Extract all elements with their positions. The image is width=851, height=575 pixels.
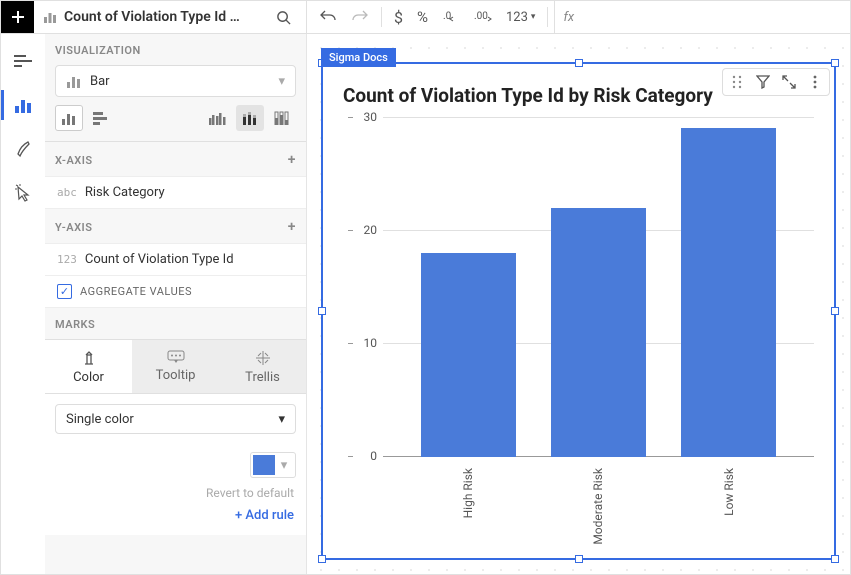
- search-icon[interactable]: [268, 4, 298, 30]
- percent-format-button[interactable]: %: [411, 4, 434, 30]
- add-element-button[interactable]: [1, 1, 34, 33]
- decrease-decimal-button[interactable]: .0: [436, 4, 466, 30]
- selection-handle[interactable]: [575, 555, 583, 563]
- chart-type-label: Bar: [90, 74, 110, 89]
- rail-cursor-icon[interactable]: [8, 178, 38, 208]
- bar[interactable]: [421, 253, 516, 457]
- tab-tooltip[interactable]: Tooltip: [132, 340, 219, 393]
- rail-paint-icon[interactable]: [8, 134, 38, 164]
- bar-stacked-button[interactable]: [236, 105, 264, 131]
- element-title: Count of Violation Type Id …: [64, 9, 262, 25]
- y-tick-label: 30: [353, 110, 377, 124]
- redo-button[interactable]: [345, 4, 375, 30]
- formula-icon: fx: [563, 10, 574, 25]
- aggregate-checkbox[interactable]: ✓: [57, 284, 72, 299]
- selection-handle[interactable]: [318, 307, 326, 315]
- color-swatch: [253, 455, 275, 475]
- x-axis-field-label: Risk Category: [85, 185, 165, 200]
- chart-plot: 0102030: [383, 117, 814, 457]
- y-tick-label: 10: [353, 336, 377, 350]
- y-axis-header: Y-AXIS: [55, 221, 92, 234]
- formula-input[interactable]: [580, 10, 836, 25]
- visualization-header: VISUALIZATION: [45, 34, 306, 65]
- chart-type-select[interactable]: Bar ▾: [55, 65, 296, 97]
- add-y-axis-button[interactable]: +: [288, 219, 296, 235]
- svg-text:.00: .00: [474, 11, 488, 22]
- bar-icon: [66, 74, 82, 88]
- number-format-dropdown[interactable]: 123▾: [500, 4, 541, 30]
- bar-horizontal-button[interactable]: [87, 105, 115, 131]
- tab-trellis[interactable]: Trellis: [219, 340, 306, 393]
- chevron-down-icon: ▾: [275, 458, 293, 473]
- add-x-axis-button[interactable]: +: [288, 152, 296, 168]
- x-axis-pill[interactable]: abc Risk Category: [45, 176, 306, 209]
- bar-grouped-button[interactable]: [204, 105, 232, 131]
- chevron-down-icon: ▾: [278, 74, 285, 89]
- rail-chart-icon[interactable]: [8, 90, 38, 120]
- revert-link[interactable]: Revert to default: [45, 478, 306, 504]
- chevron-down-icon: ▾: [278, 412, 285, 427]
- y-tick-label: 20: [353, 223, 377, 237]
- more-icon[interactable]: [803, 71, 827, 93]
- tab-color[interactable]: Color: [45, 340, 132, 393]
- bar[interactable]: [681, 128, 776, 457]
- undo-button[interactable]: [313, 4, 343, 30]
- add-rule-button[interactable]: + Add rule: [45, 504, 306, 535]
- selection-handle[interactable]: [831, 307, 839, 315]
- selection-handle[interactable]: [575, 59, 583, 67]
- selection-handle[interactable]: [831, 59, 839, 67]
- element-tag[interactable]: Sigma Docs: [321, 48, 396, 67]
- drag-handle-icon[interactable]: [725, 71, 749, 93]
- bar-vertical-button[interactable]: [55, 105, 83, 131]
- y-axis-field-label: Count of Violation Type Id: [85, 252, 234, 267]
- type-text-icon: abc: [57, 186, 77, 199]
- bar[interactable]: [551, 208, 646, 457]
- x-category-label: Low Risk: [722, 468, 736, 516]
- color-mode-select[interactable]: Single color ▾: [55, 404, 296, 434]
- increase-decimal-button[interactable]: .00: [468, 4, 498, 30]
- currency-format-button[interactable]: $: [388, 4, 409, 30]
- type-number-icon: 123: [57, 253, 77, 266]
- x-axis-header: X-AXIS: [55, 154, 93, 167]
- aggregate-label: AGGREGATE VALUES: [80, 285, 192, 298]
- color-swatch-picker[interactable]: ▾: [250, 452, 296, 478]
- svg-text:.0: .0: [443, 11, 452, 22]
- color-mode-label: Single color: [66, 412, 134, 427]
- filter-icon[interactable]: [751, 71, 775, 93]
- x-category-label: High Risk: [461, 468, 475, 518]
- selection-handle[interactable]: [318, 555, 326, 563]
- y-tick-label: 0: [353, 449, 377, 463]
- selection-handle[interactable]: [831, 555, 839, 563]
- expand-icon[interactable]: [777, 71, 801, 93]
- chart-icon: [42, 9, 58, 25]
- bar-100pct-button[interactable]: [268, 105, 296, 131]
- rail-lines-icon[interactable]: [8, 46, 38, 76]
- marks-header: MARKS: [45, 308, 306, 339]
- chart-element[interactable]: Count of Violation Type Id by Risk Categ…: [321, 62, 836, 560]
- x-category-label: Moderate Risk: [591, 468, 605, 545]
- y-axis-pill[interactable]: 123 Count of Violation Type Id: [45, 243, 306, 276]
